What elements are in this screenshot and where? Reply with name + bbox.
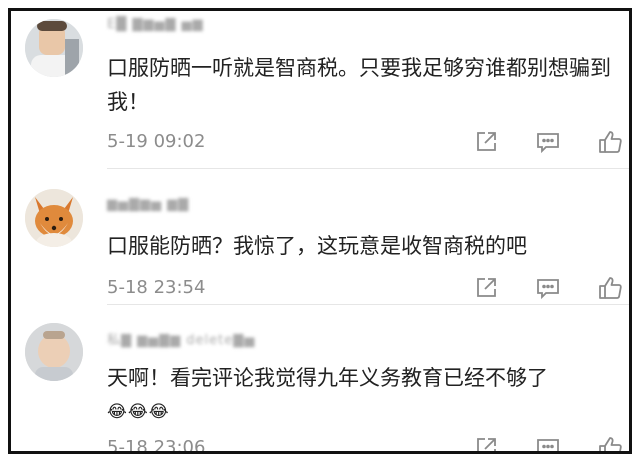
fox-avatar-image <box>25 189 83 247</box>
username[interactable]: 私▇ ▆▅▇▆ delete▇▅ <box>107 329 255 348</box>
person-avatar-image <box>25 19 83 77</box>
thumbs-up-icon[interactable] <box>597 435 623 451</box>
thumbs-up-icon[interactable] <box>597 275 623 301</box>
comment-item: E█ ▇▆▅▇ ▅▆ 口服防晒一听就是智商税。只要我足够穷谁都别想骗到我！ 5-… <box>11 11 629 169</box>
username[interactable]: E█ ▇▆▅▇ ▅▆ <box>107 17 203 32</box>
timestamp: 5-18 23:06 <box>107 437 206 454</box>
avatar[interactable] <box>25 189 83 247</box>
comment-icon[interactable] <box>535 435 561 451</box>
comment-meta: 5-18 23:06 <box>107 435 622 454</box>
comment-text: 口服能防晒？我惊了，这玩意是收智商税的吧 <box>107 234 527 258</box>
timestamp: 5-19 09:02 <box>107 131 206 152</box>
share-icon[interactable] <box>473 275 499 301</box>
baby-avatar-image <box>25 323 83 381</box>
comment-meta: 5-18 23:54 <box>107 275 622 303</box>
username[interactable]: ▆▅▇▆▅ ▆▇ <box>107 197 189 212</box>
comment-text: 口服防晒一听就是智商税。只要我足够穷谁都别想骗到我！ <box>107 56 611 114</box>
avatar[interactable] <box>25 323 83 381</box>
comment-icon[interactable] <box>535 275 561 301</box>
share-icon[interactable] <box>473 129 499 155</box>
comment-item: 私▇ ▆▅▇▆ delete▇▅ 天啊！看完评论我觉得九年义务教育已经不够了 😂… <box>11 305 629 451</box>
avatar[interactable] <box>25 19 83 77</box>
share-icon[interactable] <box>473 435 499 451</box>
timestamp: 5-18 23:54 <box>107 277 206 298</box>
comment-text: 天啊！看完评论我觉得九年义务教育已经不够了 <box>107 366 548 390</box>
comment-icon[interactable] <box>535 129 561 155</box>
thumbs-up-icon[interactable] <box>597 129 623 155</box>
comment-meta: 5-19 09:02 <box>107 129 622 157</box>
comment-list: E█ ▇▆▅▇ ▅▆ 口服防晒一听就是智商税。只要我足够穷谁都别想骗到我！ 5-… <box>8 8 632 454</box>
comment-item: ▆▅▇▆▅ ▆▇ 口服能防晒？我惊了，这玩意是收智商税的吧 5-18 23:54 <box>11 169 629 305</box>
emoji-row: 😂😂😂 <box>107 402 170 422</box>
